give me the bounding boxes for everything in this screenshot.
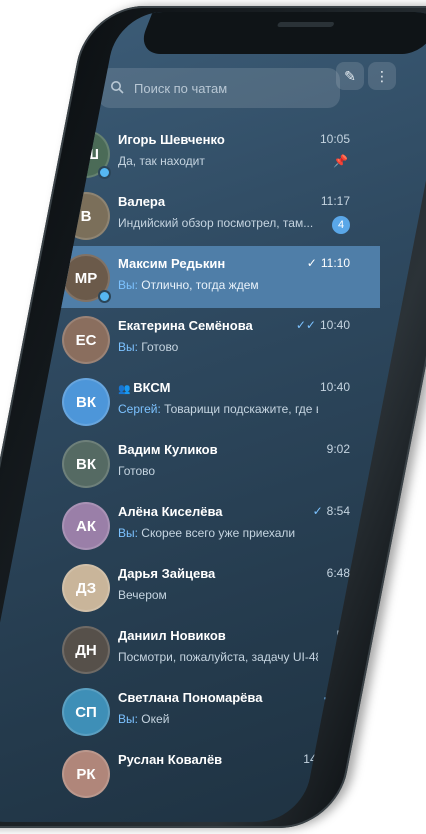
message-preview: Готово: [118, 464, 155, 478]
message-preview: Вечером: [118, 588, 167, 602]
chat-name: Руслан Ковалёв: [118, 752, 222, 767]
group-icon: 👥: [118, 384, 134, 395]
online-indicator: [98, 290, 111, 303]
chat-row[interactable]: АК Алёна Киселёва Вы: Скорее всего уже при…: [40, 494, 380, 556]
chat-row[interactable]: В Валера Индийский обзор посмотрел, там...…: [40, 184, 380, 246]
sender-prefix: Сергей:: [118, 402, 165, 416]
time-text: 11:10: [320, 256, 350, 270]
menu-button[interactable]: ⋮: [368, 62, 396, 90]
chat-row[interactable]: МР Максим Редькин Вы: Отлично, тогда ждем ✓…: [40, 246, 380, 308]
avatar: ВК: [62, 378, 110, 426]
preview-text: Скорее всего уже приехали: [141, 526, 296, 540]
chat-name: Даниил Новиков: [118, 628, 226, 643]
sender-prefix: Вы:: [118, 340, 142, 354]
preview-text: Готово: [118, 464, 156, 478]
pencil-icon: ✎: [344, 67, 356, 84]
message-preview: Да, так находит: [118, 154, 205, 168]
avatar: СП: [61, 688, 111, 736]
preview-text: Да, так находит: [118, 154, 205, 168]
sender-prefix: Вы:: [118, 526, 142, 540]
message-preview: Вы: Готово: [118, 340, 178, 354]
preview-text: Посмотри, пожалуйста, задачу UI-4821: [118, 650, 318, 664]
search-icon: [110, 80, 124, 97]
chat-name: Игорь Шевченко: [118, 132, 225, 147]
chat-row[interactable]: ВК Вадим Куликов Готово 9:02: [40, 432, 380, 494]
chat-time: 11:17: [321, 194, 350, 208]
chat-time: 10:05: [320, 132, 350, 146]
message-preview: Индийский обзор посмотрел, там...: [118, 216, 313, 230]
read-check-icon: ✓: [312, 504, 323, 518]
avatar: АК: [62, 502, 110, 550]
avatar: ВК: [62, 440, 110, 488]
speaker: [276, 22, 335, 27]
chat-name: Алёна Киселёва: [118, 504, 223, 519]
time-text: 9:02: [326, 442, 350, 456]
chat-name-text: Светлана Пономарёва: [117, 690, 263, 705]
time-text: 10:05: [319, 132, 350, 146]
preview-text: Товарищи подскажите, где взят...: [164, 402, 318, 416]
time-text: 10:40: [319, 318, 350, 332]
chat-row[interactable]: ДЗ Дарья Зайцева Вечером 6:48: [40, 556, 380, 618]
chat-name-text: Вадим Куликов: [118, 442, 218, 457]
search-bar[interactable]: Поиск по чатам: [98, 68, 340, 108]
preview-text: Индийский обзор посмотрел, там...: [118, 216, 314, 230]
chat-name-text: Даниил Новиков: [118, 628, 226, 643]
preview-text: Отлично, тогда ждем: [141, 278, 259, 292]
time-text: 11:17: [320, 194, 350, 208]
chat-time: 9:02: [327, 442, 350, 456]
chat-time: 10:40: [320, 380, 350, 394]
chat-time: ✓✓ 10:40: [296, 318, 350, 332]
message-preview: Посмотри, пожалуйста, задачу UI-4821: [118, 650, 318, 664]
chat-name-text: Алёна Киселёва: [118, 504, 223, 519]
message-preview: Вы: Отлично, тогда ждем: [118, 278, 259, 292]
avatar: ЕС: [62, 316, 110, 364]
chat-name: Максим Редькин: [118, 256, 225, 271]
search-placeholder: Поиск по чатам: [134, 80, 228, 96]
chat-name-text: Екатерина Семёнова: [118, 318, 253, 333]
sender-prefix: Вы:: [118, 712, 142, 726]
time-text: 10:40: [319, 380, 350, 394]
time-text: 8:54: [326, 504, 350, 518]
chat-name-text: Игорь Шевченко: [118, 132, 225, 147]
chat-time: ✓ 8:54: [313, 504, 350, 518]
avatar: РК: [62, 750, 110, 798]
unread-badge: 4: [332, 216, 350, 234]
message-preview: Вы: Скорее всего уже приехали: [118, 526, 295, 540]
preview-text: Готово: [141, 340, 179, 354]
more-vertical-icon: ⋮: [375, 67, 389, 84]
message-preview: Сергей: Товарищи подскажите, где взят...: [118, 402, 318, 416]
chat-row[interactable]: ДН Даниил Новиков Посмотри, пожалуйста, за…: [40, 618, 380, 680]
chat-name-text: ВКСМ: [133, 380, 171, 395]
preview-text: Окей: [141, 712, 170, 726]
notch: [136, 12, 426, 54]
chat-name: 👥 ВКСМ: [118, 380, 170, 395]
online-indicator: [98, 166, 111, 179]
chat-name: Дарья Зайцева: [118, 566, 215, 581]
message-preview: Вы: Окей: [118, 712, 169, 726]
read-check-icon: ✓✓: [295, 318, 316, 332]
chat-time: 6:48: [327, 566, 350, 580]
preview-text: Вечером: [118, 588, 167, 602]
chat-time: ✓ 11:10: [307, 256, 350, 270]
compose-button[interactable]: ✎: [336, 62, 364, 90]
pin-icon: 📌: [333, 154, 348, 168]
chat-name: Валера: [118, 194, 165, 209]
chat-row[interactable]: ВК 👥 ВКСМ Сергей: Товарищи подскажите, где…: [40, 370, 380, 432]
chat-name: Вадим Куликов: [118, 442, 218, 457]
chat-name-text: Дарья Зайцева: [118, 566, 216, 581]
chat-name: Екатерина Семёнова: [118, 318, 253, 333]
chat-name-text: Валера: [118, 194, 166, 209]
chat-name: Светлана Пономарёва: [118, 690, 262, 705]
sender-prefix: Вы:: [118, 278, 142, 292]
chat-row[interactable]: ЕС Екатерина Семёнова Вы: Готово ✓✓ 10:40: [40, 308, 380, 370]
chat-name-text: Максим Редькин: [118, 256, 226, 271]
chat-name-text: Руслан Ковалёв: [118, 752, 223, 767]
read-check-icon: ✓: [306, 256, 317, 270]
time-text: 6:48: [326, 566, 350, 580]
avatar: ДЗ: [62, 564, 110, 612]
avatar: ДН: [62, 626, 110, 674]
